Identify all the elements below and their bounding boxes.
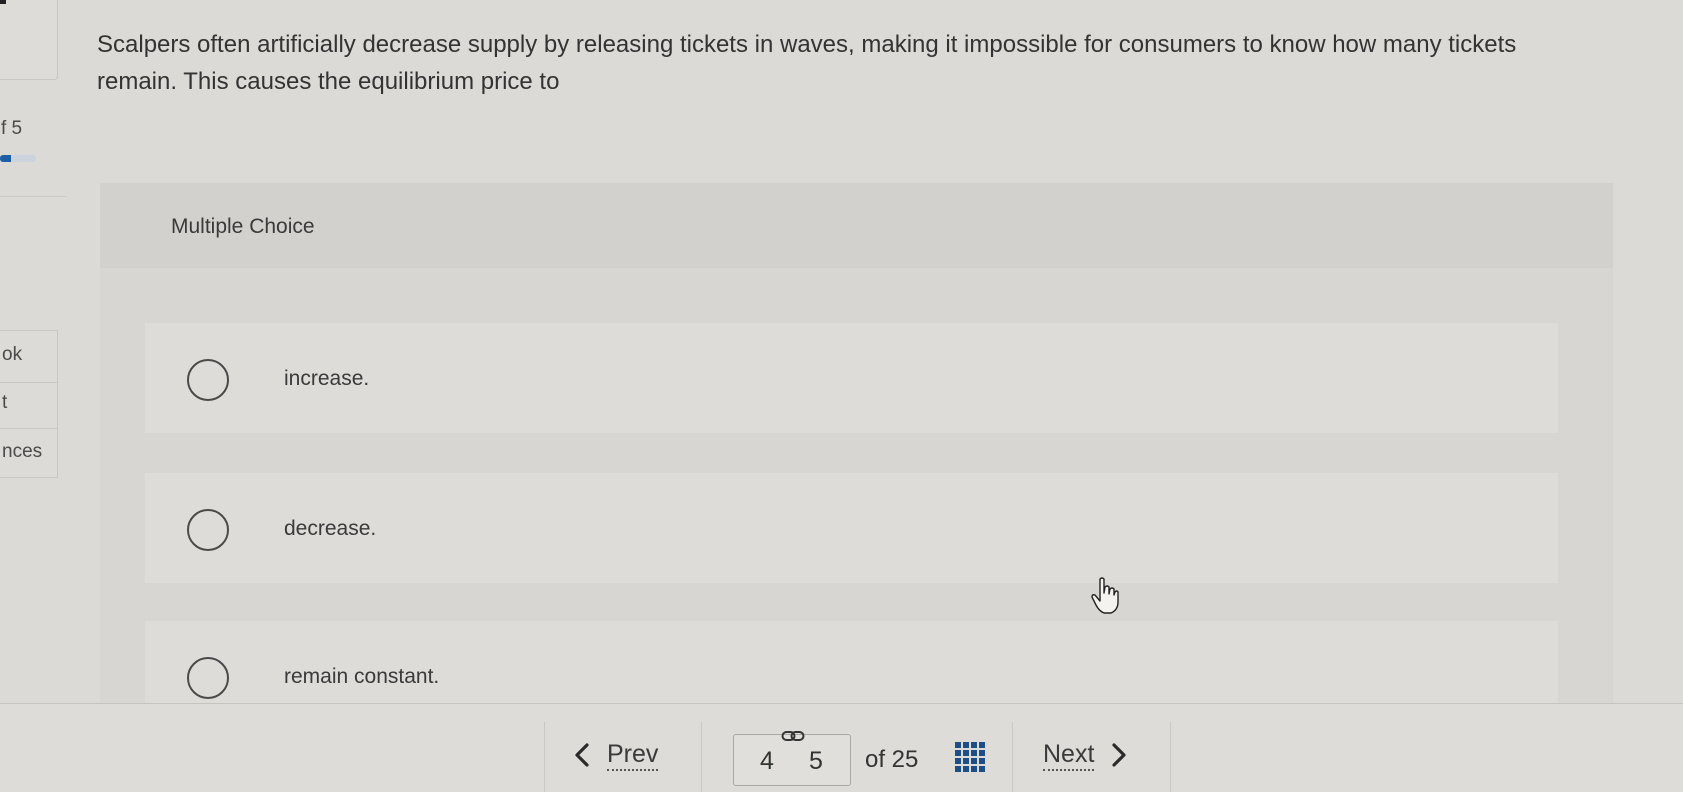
next-button[interactable]: Next: [1043, 740, 1128, 772]
radio-button-increase[interactable]: [187, 359, 229, 401]
page-current-number[interactable]: 5: [809, 747, 823, 776]
page-prev-number[interactable]: 4: [760, 747, 774, 776]
multiple-choice-card: Multiple Choice increase. decrease. rema…: [100, 183, 1613, 703]
choice-label-decrease: decrease.: [284, 517, 377, 540]
page-total-text: of 25: [865, 746, 919, 773]
grid-icon[interactable]: [955, 742, 985, 772]
prev-label: Prev: [607, 741, 659, 771]
nav-separator: [701, 722, 702, 792]
link-icon[interactable]: [781, 729, 805, 743]
sidebar-item-print-label: t: [2, 392, 8, 413]
choice-decrease[interactable]: decrease.: [145, 473, 1558, 583]
sidebar-item-references-label: nces: [2, 441, 43, 462]
hand-pointer-icon: [1091, 577, 1119, 614]
sidebar-item-ebook-label: ok: [2, 344, 23, 365]
sidebar-divider: [0, 196, 66, 197]
multiple-choice-title: Multiple Choice: [171, 215, 315, 238]
page-number-box[interactable]: 4 5: [733, 731, 851, 786]
nav-separator: [544, 722, 545, 792]
choice-increase[interactable]: increase.: [145, 323, 1558, 433]
next-label: Next: [1043, 741, 1095, 771]
sidebar-top-mark: [0, 0, 6, 4]
progress-text: f 5: [1, 118, 23, 139]
sidebar-item-print[interactable]: [0, 382, 58, 430]
radio-button-decrease[interactable]: [187, 509, 229, 551]
multiple-choice-header: Multiple Choice: [100, 183, 1613, 268]
chevron-left-icon: [573, 740, 591, 772]
choice-remain-constant[interactable]: remain constant.: [145, 621, 1558, 703]
radio-button-remain-constant[interactable]: [187, 657, 229, 699]
progress-fill: [0, 155, 11, 162]
question-text: Scalpers often artificially decrease sup…: [97, 31, 1517, 95]
chevron-right-icon: [1110, 740, 1128, 772]
left-sidebar: f 5 ok t nces: [0, 0, 66, 700]
bottom-navigation: Prev 4 5 of 25 Next: [0, 703, 1683, 792]
choice-label-remain-constant: remain constant.: [284, 665, 440, 688]
prev-button[interactable]: Prev: [573, 740, 659, 772]
nav-separator: [1012, 722, 1013, 792]
choice-label-increase: increase.: [284, 367, 370, 390]
progress-bar: [0, 155, 36, 162]
nav-separator: [1170, 722, 1171, 792]
sidebar-top-card[interactable]: [0, 0, 58, 80]
